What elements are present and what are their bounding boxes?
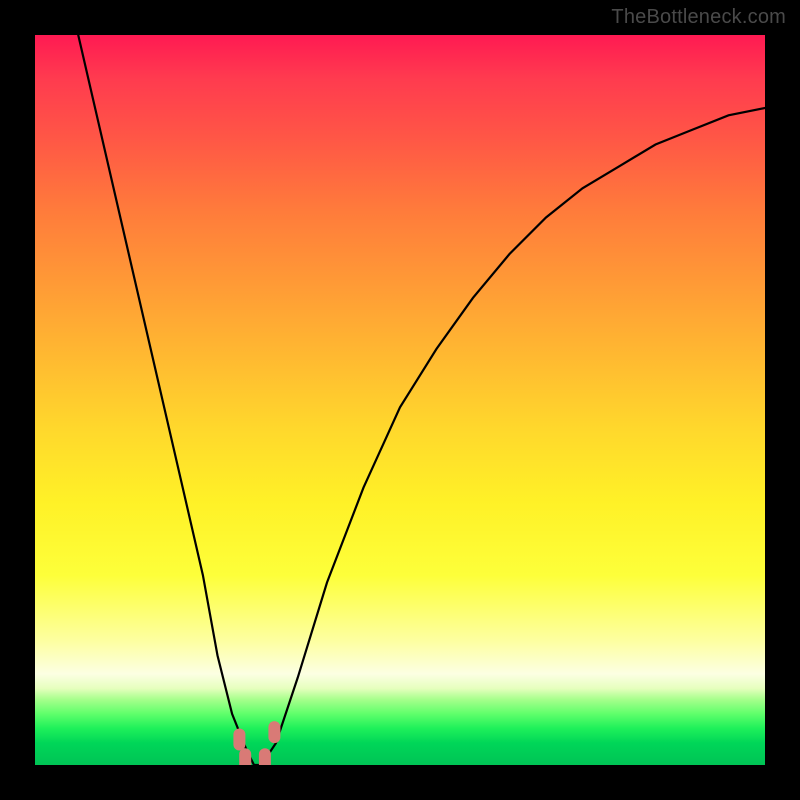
marker-group bbox=[233, 721, 280, 765]
chart-frame: TheBottleneck.com bbox=[0, 0, 800, 800]
plot-area bbox=[35, 35, 765, 765]
marker-min-left-edge bbox=[233, 729, 245, 751]
marker-min-right-edge bbox=[268, 721, 280, 743]
bottleneck-curve bbox=[72, 35, 766, 765]
marker-min-floor-b bbox=[259, 748, 271, 765]
watermark-text: TheBottleneck.com bbox=[611, 6, 786, 29]
marker-min-floor-a bbox=[239, 748, 251, 765]
curve-layer bbox=[35, 35, 765, 765]
